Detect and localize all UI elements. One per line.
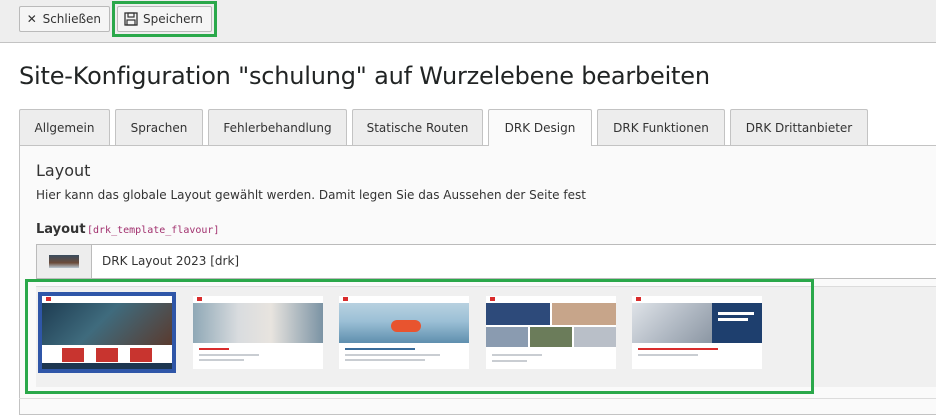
tab-label: Fehlerbehandlung xyxy=(223,120,332,135)
field-code: [drk_template_flavour] xyxy=(87,225,220,236)
tab-label: Sprachen xyxy=(130,120,188,135)
section-title: Layout xyxy=(36,161,91,180)
tab-statische-routen[interactable]: Statische Routen xyxy=(352,109,483,145)
preview-image xyxy=(49,255,79,268)
layout-select[interactable]: DRK Layout 2023 [drk] xyxy=(36,244,936,279)
close-button-label: Schließen xyxy=(42,12,101,26)
selected-layout-preview xyxy=(37,245,92,278)
toolbar: ✕ Schließen Speichern xyxy=(0,0,936,43)
tab-drk-drittanbieter[interactable]: DRK Drittanbieter xyxy=(730,109,868,145)
tab-label: Statische Routen xyxy=(366,120,469,135)
gallery-highlight xyxy=(25,279,814,394)
field-label: Layout xyxy=(36,222,86,237)
save-button-highlight xyxy=(112,1,217,37)
tab-label: Allgemein xyxy=(34,120,95,135)
tab-label: DRK Funktionen xyxy=(613,120,709,135)
page-title: Site-Konfiguration "schulung" auf Wurzel… xyxy=(19,62,710,90)
tab-label: DRK Design xyxy=(504,121,576,135)
tab-fehlerbehandlung[interactable]: Fehlerbehandlung xyxy=(208,109,347,145)
tab-label: DRK Drittanbieter xyxy=(745,120,853,135)
section-description: Hier kann das globale Layout gewählt wer… xyxy=(36,188,586,202)
tab-drk-design[interactable]: DRK Design xyxy=(488,109,592,146)
tab-sprachen[interactable]: Sprachen xyxy=(115,109,203,145)
divider xyxy=(19,398,936,399)
close-icon: ✕ xyxy=(26,12,37,26)
close-button[interactable]: ✕ Schließen xyxy=(19,6,110,32)
tab-allgemein[interactable]: Allgemein xyxy=(19,109,110,145)
tab-drk-funktionen[interactable]: DRK Funktionen xyxy=(597,109,725,145)
select-value: DRK Layout 2023 [drk] xyxy=(102,254,240,268)
